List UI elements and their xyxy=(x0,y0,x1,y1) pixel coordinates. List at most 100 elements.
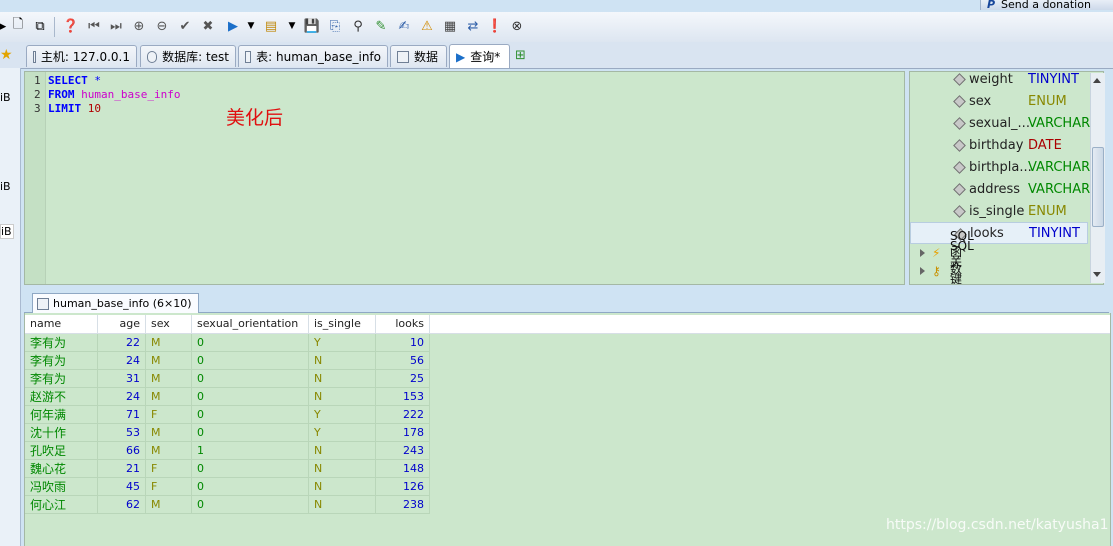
cell-age[interactable]: 71 xyxy=(98,406,146,424)
cell-age[interactable]: 24 xyxy=(98,352,146,370)
sql-editor[interactable]: 1 2 3 SELECT * FROM human_base_info LIMI… xyxy=(24,71,905,285)
cell-sexual-orientation[interactable]: 0 xyxy=(192,424,309,442)
cell-name[interactable]: 赵游不 xyxy=(25,388,98,406)
cell-is-single[interactable]: N xyxy=(309,460,376,478)
cell-name[interactable]: 李有为 xyxy=(25,334,98,352)
cell-sexual-orientation[interactable]: 0 xyxy=(192,334,309,352)
column-header-age[interactable]: age xyxy=(98,315,146,333)
cell-sexual-orientation[interactable]: 0 xyxy=(192,478,309,496)
cell-sexual-orientation[interactable]: 0 xyxy=(192,406,309,424)
table-row[interactable]: 沈十作 53 M 0 Y 178 xyxy=(25,424,430,442)
cell-sex[interactable]: F xyxy=(146,478,192,496)
tab-table[interactable]: 表: human_base_info xyxy=(238,45,388,67)
scroll-up-icon[interactable] xyxy=(1093,78,1101,83)
query-dropdown-icon[interactable]: ▼ xyxy=(283,17,301,35)
cell-looks[interactable]: 148 xyxy=(376,460,430,478)
apply-icon[interactable]: ✔ xyxy=(176,17,194,35)
cell-name[interactable]: 魏心花 xyxy=(25,460,98,478)
cell-is-single[interactable]: N xyxy=(309,442,376,460)
cell-age[interactable]: 66 xyxy=(98,442,146,460)
result-tab[interactable]: human_base_info (6×10) xyxy=(32,293,199,313)
edit-icon[interactable]: ✍ xyxy=(395,17,413,35)
cell-looks[interactable]: 238 xyxy=(376,496,430,514)
vertical-scrollbar[interactable] xyxy=(1090,73,1105,283)
cell-name[interactable]: 冯吹雨 xyxy=(25,478,98,496)
cell-looks[interactable]: 10 xyxy=(376,334,430,352)
table-row[interactable]: 孔吹足 66 M 1 N 243 xyxy=(25,442,430,460)
table-row[interactable]: 李有为 22 M 0 Y 10 xyxy=(25,334,430,352)
column-item[interactable]: sexual_... VARCHAR xyxy=(910,112,1090,134)
add-row-icon[interactable]: ⊕ xyxy=(130,17,148,35)
warning-icon[interactable]: ⚠ xyxy=(418,17,436,35)
cell-sex[interactable]: M xyxy=(146,424,192,442)
cell-sex[interactable]: M xyxy=(146,370,192,388)
cell-name[interactable]: 何心江 xyxy=(25,496,98,514)
copy-icon[interactable]: ⧉ xyxy=(31,17,49,35)
cell-looks[interactable]: 243 xyxy=(376,442,430,460)
query-icon[interactable]: ▤ xyxy=(262,17,280,35)
cell-is-single[interactable]: Y xyxy=(309,334,376,352)
cell-sexual-orientation[interactable]: 0 xyxy=(192,352,309,370)
cell-age[interactable]: 53 xyxy=(98,424,146,442)
column-item[interactable]: is_single ENUM xyxy=(910,200,1088,222)
cell-age[interactable]: 31 xyxy=(98,370,146,388)
cancel-icon[interactable]: ✖ xyxy=(199,17,217,35)
cell-is-single[interactable]: N xyxy=(309,478,376,496)
column-item[interactable]: weight TINYINT xyxy=(910,72,1088,90)
column-header-name[interactable]: name xyxy=(25,315,98,333)
column-header-looks[interactable]: looks xyxy=(376,315,430,333)
cell-sex[interactable]: M xyxy=(146,352,192,370)
cell-name[interactable]: 李有为 xyxy=(25,352,98,370)
table-row[interactable]: 李有为 24 M 0 N 56 xyxy=(25,352,430,370)
column-header-sex[interactable]: sex xyxy=(146,315,192,333)
cell-age[interactable]: 24 xyxy=(98,388,146,406)
new-query-tab-icon[interactable]: ⊞ xyxy=(515,48,526,63)
donation-link[interactable]: P Send a donation xyxy=(980,0,1113,10)
cell-sex[interactable]: M xyxy=(146,388,192,406)
last-record-icon[interactable]: ⏭ xyxy=(107,17,125,35)
table-row[interactable]: 魏心花 21 F 0 N 148 xyxy=(25,460,430,478)
close-circle-icon[interactable]: ⊗ xyxy=(508,17,526,35)
format-icon[interactable]: ✎ xyxy=(372,17,390,35)
cell-sexual-orientation[interactable]: 0 xyxy=(192,370,309,388)
cell-looks[interactable]: 153 xyxy=(376,388,430,406)
cell-is-single[interactable]: Y xyxy=(309,424,376,442)
expand-arrow-icon[interactable] xyxy=(920,249,925,257)
cell-looks[interactable]: 126 xyxy=(376,478,430,496)
table-row[interactable]: 何心江 62 M 0 N 238 xyxy=(25,496,430,514)
tab-query[interactable]: ▶ 查询* xyxy=(449,44,510,68)
tab-data[interactable]: 数据 xyxy=(390,45,447,67)
cell-age[interactable]: 21 xyxy=(98,460,146,478)
cell-age[interactable]: 62 xyxy=(98,496,146,514)
code-line-3[interactable]: LIMIT 10 xyxy=(48,102,101,115)
hex-icon[interactable]: ▦ xyxy=(441,17,459,35)
cell-is-single[interactable]: Y xyxy=(309,406,376,424)
run-dropdown-icon[interactable]: ▼ xyxy=(242,17,260,35)
cell-name[interactable]: 李有为 xyxy=(25,370,98,388)
column-item[interactable]: address VARCHAR xyxy=(910,178,1090,200)
column-header-sexual-orientation[interactable]: sexual_orientation xyxy=(192,315,309,333)
table-row[interactable]: 赵游不 24 M 0 N 153 xyxy=(25,388,430,406)
cell-looks[interactable]: 25 xyxy=(376,370,430,388)
cell-sexual-orientation[interactable]: 1 xyxy=(192,442,309,460)
cell-sex[interactable]: M xyxy=(146,334,192,352)
column-item[interactable]: sex ENUM xyxy=(910,90,1088,112)
cell-sex[interactable]: M xyxy=(146,496,192,514)
cell-sexual-orientation[interactable]: 0 xyxy=(192,496,309,514)
cell-name[interactable]: 何年满 xyxy=(25,406,98,424)
column-item[interactable]: birthpla... VARCHAR xyxy=(910,156,1090,178)
cell-sexual-orientation[interactable]: 0 xyxy=(192,388,309,406)
help-icon[interactable]: ❓ xyxy=(62,17,80,35)
cell-looks[interactable]: 222 xyxy=(376,406,430,424)
binoculars-icon[interactable]: ⚲ xyxy=(349,17,367,35)
cell-sexual-orientation[interactable]: 0 xyxy=(192,460,309,478)
cell-sex[interactable]: M xyxy=(146,442,192,460)
tab-database[interactable]: 数据库: test xyxy=(140,45,236,67)
first-record-icon[interactable]: ⏮ xyxy=(85,17,103,35)
cell-is-single[interactable]: N xyxy=(309,388,376,406)
cell-sex[interactable]: F xyxy=(146,460,192,478)
cell-is-single[interactable]: N xyxy=(309,370,376,388)
expand-arrow-icon[interactable] xyxy=(920,267,925,275)
export-icon[interactable]: ⎘ xyxy=(326,17,344,35)
cell-looks[interactable]: 56 xyxy=(376,352,430,370)
